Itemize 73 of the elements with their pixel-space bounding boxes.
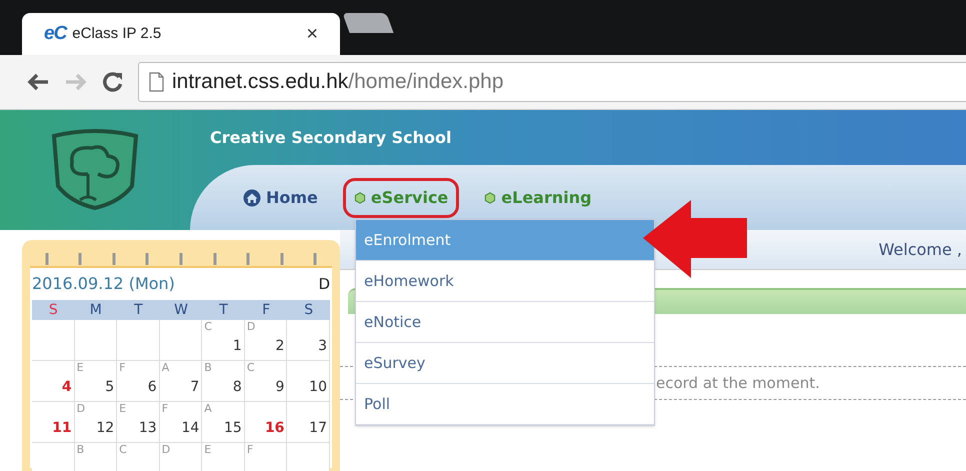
page-icon (149, 72, 164, 92)
cycle-day-letter: A (162, 361, 170, 374)
binder-ring-icon (278, 252, 285, 266)
tab-close-button[interactable]: × (306, 24, 318, 44)
cycle-day-letter: E (204, 443, 212, 456)
reload-icon[interactable] (102, 71, 124, 93)
address-field[interactable]: intranet.css.edu.hk/home/index.php (138, 62, 966, 102)
welcome-text: Welcome , (878, 238, 962, 260)
binder-ring-icon (178, 252, 184, 266)
binder-ring-icon (44, 252, 50, 266)
weekday-label: T (218, 301, 229, 320)
weekday-label: F (261, 301, 272, 320)
calendar-day[interactable]: 5 (76, 377, 114, 398)
calendar-day[interactable]: 4 (34, 377, 72, 398)
hexagon-icon (354, 192, 366, 204)
cycle-day-letter: D (76, 402, 86, 415)
pointer-arrow-icon (643, 200, 747, 278)
binder-ring-icon (312, 252, 318, 266)
cycle-day-letter: E (119, 402, 128, 415)
calendar-day[interactable]: 9 (246, 377, 284, 398)
cycle-day-letter: F (246, 443, 254, 456)
calendar-day[interactable]: 14 (162, 418, 200, 439)
cycle-day-letter: B (76, 443, 86, 456)
new-tab-button[interactable] (342, 13, 394, 33)
favicon-logo: eC (44, 22, 66, 46)
calendar-day[interactable]: 12 (76, 418, 114, 439)
calendar-day[interactable]: 13 (119, 418, 157, 439)
cycle-day-letter: E (76, 361, 85, 374)
menu-item[interactable]: eHomework (356, 261, 654, 302)
house-icon (243, 188, 261, 206)
calendar-day[interactable]: 8 (204, 377, 242, 398)
calendar-day[interactable]: 15 (204, 418, 242, 439)
binder-ring-icon (110, 252, 117, 266)
cycle-day-letter: F (119, 361, 126, 374)
menu-item[interactable]: eSurvey (356, 343, 654, 384)
menu-item[interactable]: Poll (356, 384, 654, 425)
url-text: intranet.css.edu.hk/home/index.php (172, 69, 504, 96)
calendar-day[interactable]: 7 (162, 377, 200, 398)
cycle-day-letter: A (204, 402, 213, 415)
cycle-day-letter: B (204, 361, 213, 374)
calendar-day[interactable]: 10 (289, 377, 327, 398)
cycle-day-letter: D (162, 443, 172, 456)
calendar-day[interactable]: 16 (246, 418, 284, 439)
cycle-day-letter: C (246, 361, 256, 374)
cycle-day-letter: F (162, 402, 170, 415)
back-arrow-icon[interactable] (26, 72, 50, 92)
binder-ring-icon (77, 252, 84, 266)
weekday-label: M (88, 301, 103, 320)
binder-ring-icon (245, 252, 252, 266)
menu-item[interactable]: eNotice (356, 302, 654, 343)
weekday-label: S (303, 301, 314, 320)
weekday-label: T (133, 301, 144, 320)
tab-title: eClass IP 2.5 (72, 24, 162, 44)
calendar-day[interactable]: 3 (289, 336, 327, 357)
empty-record-message: ecord at the moment. (656, 372, 820, 394)
binder-ring-icon (144, 252, 150, 266)
browser-tab[interactable]: eC eClass IP 2.5 × (22, 13, 340, 55)
weekday-label: S (48, 301, 59, 320)
calendar-day[interactable]: 1 (204, 336, 242, 357)
binder-ring-icon (212, 252, 218, 266)
nav-link[interactable]: Home (232, 178, 329, 218)
cycle-day-letter: C (204, 320, 213, 333)
weekday-label: W (173, 301, 189, 320)
school-name: Creative Secondary School (210, 126, 452, 148)
calendar-day[interactable]: 6 (119, 377, 157, 398)
calendar-day[interactable]: 2 (246, 336, 284, 357)
calendar-date: 2016.09.12 (Mon) (32, 273, 175, 295)
cycle-day-letter: D (246, 320, 256, 333)
calendar-day[interactable]: 17 (289, 418, 327, 439)
cycle-day-letter: C (119, 443, 128, 456)
day-view-link[interactable]: D (318, 272, 330, 296)
hexagon-icon (484, 192, 496, 204)
calendar-day[interactable]: 11 (34, 418, 72, 439)
